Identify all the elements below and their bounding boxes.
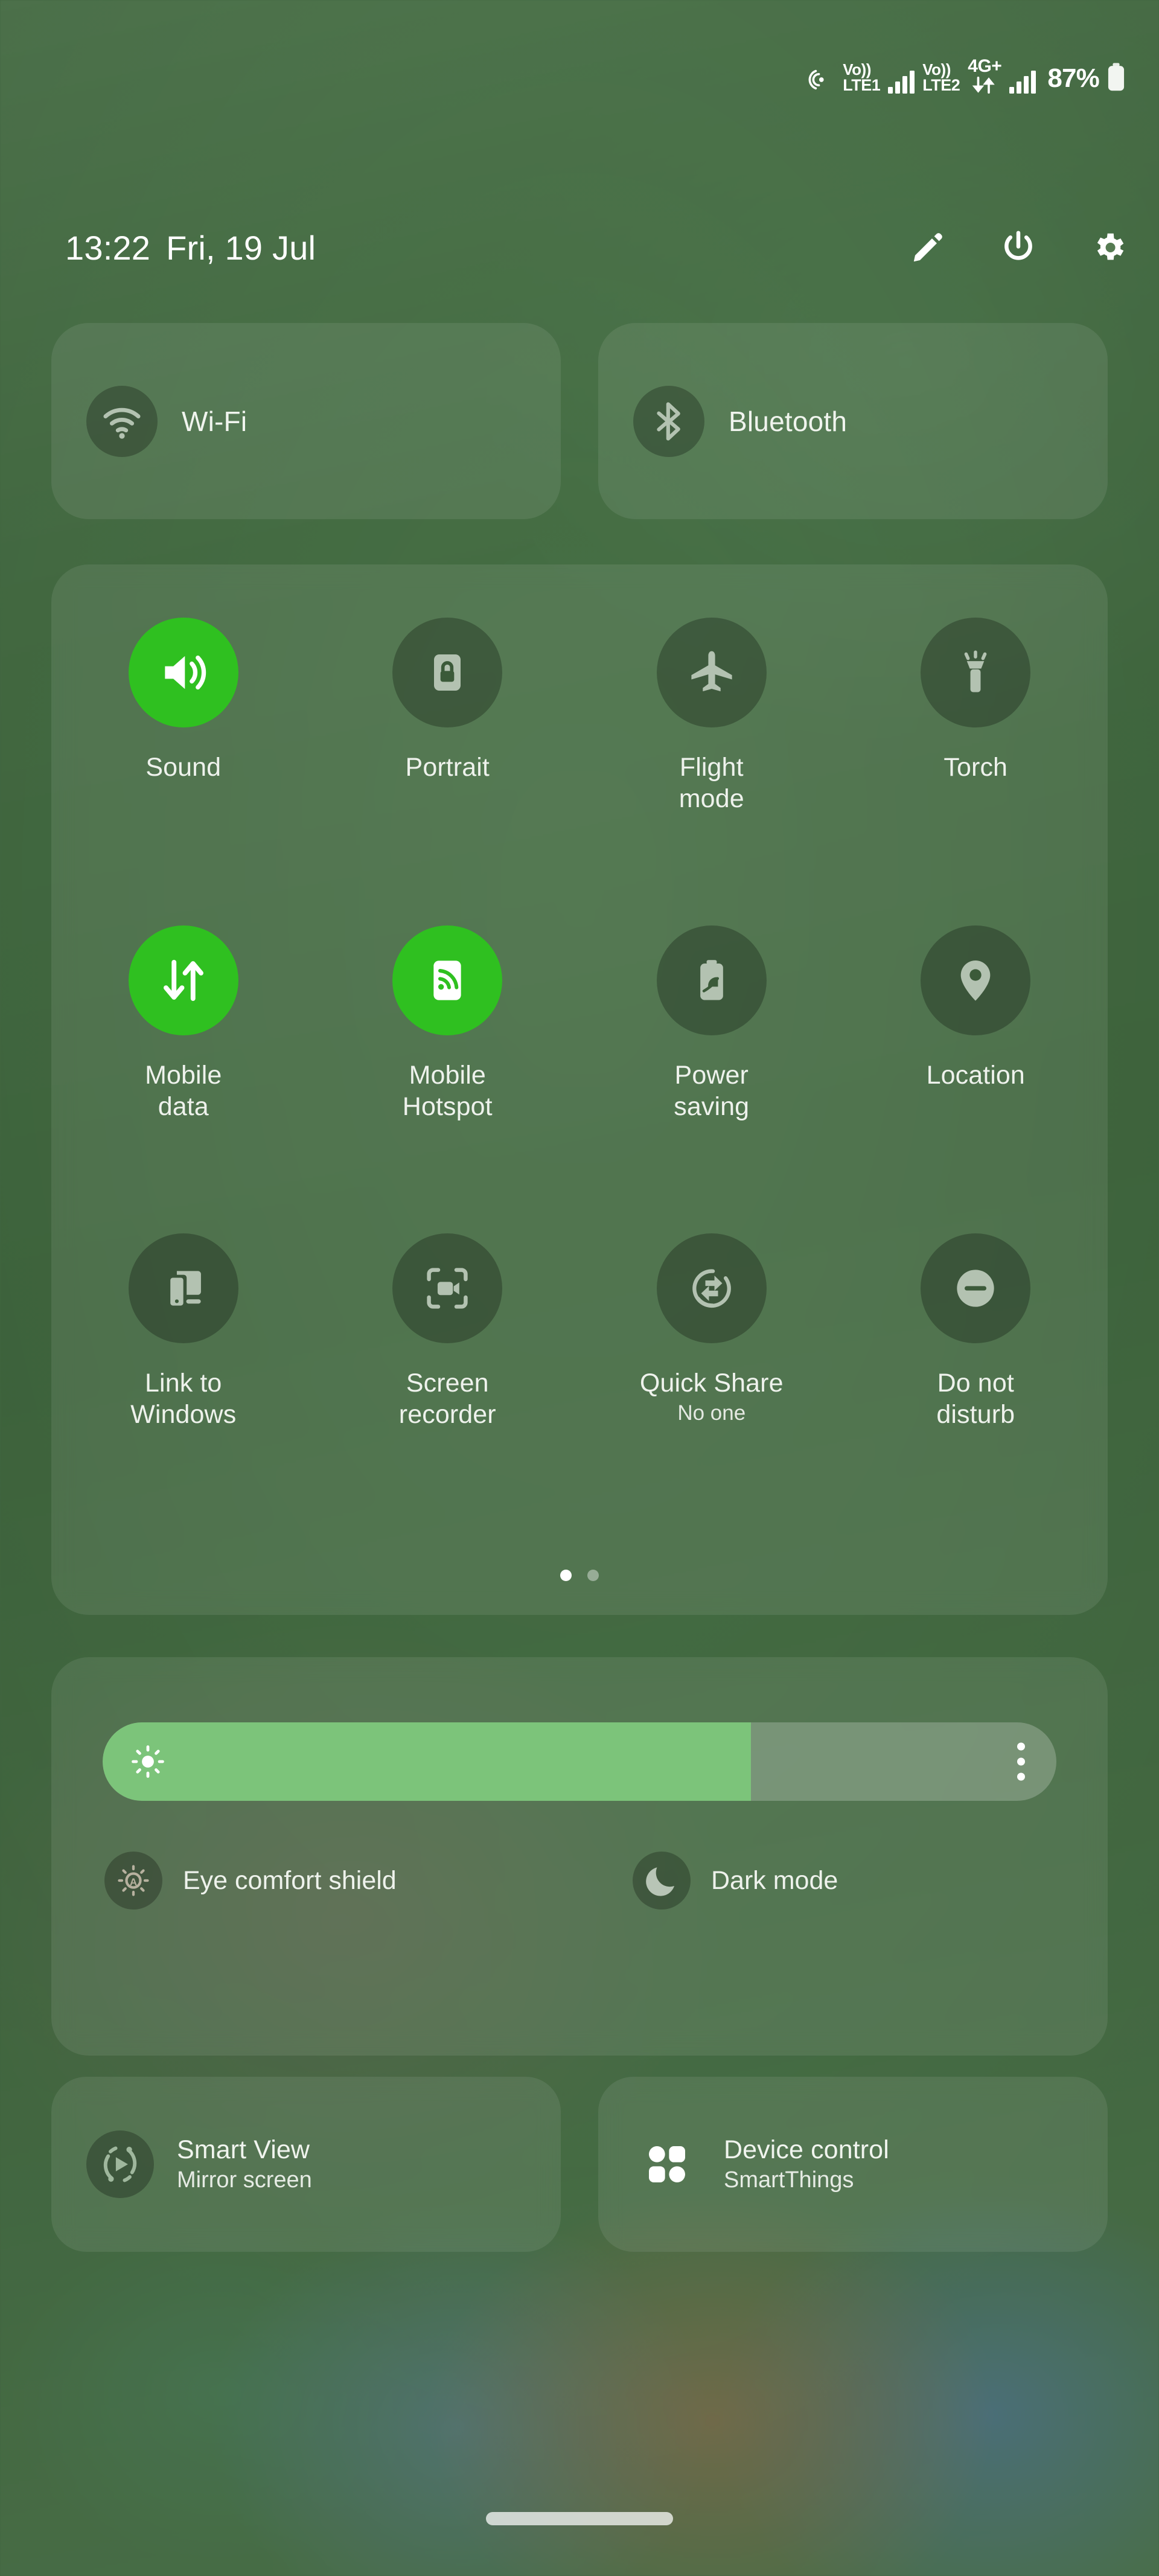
- toggle-mobile-hotspot[interactable]: Mobile Hotspot: [316, 925, 580, 1233]
- status-bar: Vo)) LTE1 Vo)) LTE2 4G+ 87%: [0, 0, 1159, 151]
- mode-dark-mode-label: Dark mode: [711, 1865, 838, 1895]
- tile-wifi[interactable]: Wi-Fi: [51, 323, 561, 519]
- sim2-network-indicator: 4G+: [968, 56, 1002, 94]
- display-modes-row: A Eye comfort shield Dark mode: [51, 1852, 1108, 1910]
- battery-leaf-icon: [656, 925, 767, 1035]
- toggle-flight-mode-label: Flight mode: [678, 753, 744, 814]
- toggle-torch[interactable]: Torch: [844, 618, 1108, 925]
- quick-toggles-panel: Sound Portrait Flight mode Torch Mobile …: [51, 564, 1108, 1615]
- toggle-link-to-windows[interactable]: Link to Windows: [51, 1233, 316, 1541]
- device-grid-icon: [633, 2130, 701, 2198]
- settings-gear-icon[interactable]: [1090, 229, 1128, 266]
- hotspot-icon: [807, 66, 835, 94]
- clock-date: Fri, 19 Jul: [166, 228, 316, 267]
- clock-time: 13:22: [65, 228, 151, 267]
- toggle-sound-label: Sound: [145, 753, 222, 782]
- airplane-icon: [656, 618, 767, 727]
- quick-share-icon: [656, 1233, 767, 1343]
- page-dot-1[interactable]: [560, 1570, 572, 1581]
- volume-on-icon: [128, 618, 238, 727]
- toggle-portrait[interactable]: Portrait: [316, 618, 580, 925]
- card-device-control[interactable]: Device control SmartThings: [598, 2077, 1108, 2252]
- brightness-panel: A Eye comfort shield Dark mode: [51, 1657, 1108, 2056]
- bluetooth-icon: [633, 385, 704, 457]
- sim1-volte-indicator: Vo)) LTE1: [843, 60, 881, 94]
- sim2-volte-bottom: LTE2: [922, 76, 960, 94]
- sim1-volte-bottom: LTE1: [843, 76, 881, 94]
- power-icon[interactable]: [1000, 229, 1037, 266]
- sim2-network-label: 4G+: [968, 56, 1002, 76]
- tile-bluetooth[interactable]: Bluetooth: [598, 323, 1108, 519]
- toggle-sound[interactable]: Sound: [51, 618, 316, 925]
- page-indicator[interactable]: [51, 1570, 1108, 1581]
- sim1-volte-top: Vo)): [843, 60, 871, 78]
- toggle-screen-recorder-label: Screen recorder: [398, 1369, 496, 1430]
- navigation-bar: [0, 2512, 1159, 2525]
- flashlight-icon: [921, 618, 1031, 727]
- clock-and-date[interactable]: 13:22 Fri, 19 Jul: [65, 228, 316, 267]
- panel-header: 13:22 Fri, 19 Jul: [0, 208, 1159, 287]
- wifi-icon: [86, 385, 158, 457]
- toggle-quick-share-label: Quick Share: [639, 1369, 784, 1398]
- toggle-quick-share-sublabel: No one: [677, 1401, 746, 1425]
- sim2-volte-indicator: Vo)) LTE2: [922, 62, 960, 94]
- screen-recorder-icon: [392, 1233, 503, 1343]
- toggle-mobile-data-label: Mobile data: [145, 1061, 222, 1122]
- bottom-cards-row: Smart View Mirror screen Device control …: [51, 2077, 1108, 2252]
- tile-wifi-label: Wi-Fi: [182, 405, 247, 437]
- brightness-slider-fill: [103, 1722, 752, 1801]
- sim2-signal-bars-icon: [1009, 71, 1036, 94]
- quick-toggles-grid: Sound Portrait Flight mode Torch Mobile …: [51, 618, 1108, 1541]
- mobile-data-icon: [128, 925, 238, 1035]
- card-device-control-title: Device control: [724, 2135, 889, 2164]
- tile-bluetooth-label: Bluetooth: [729, 405, 848, 437]
- card-smart-view-subtitle: Mirror screen: [177, 2167, 312, 2193]
- toggle-power-saving-label: Power saving: [674, 1061, 750, 1122]
- mode-dark-mode[interactable]: Dark mode: [580, 1852, 1108, 1910]
- mode-eye-comfort-label: Eye comfort shield: [183, 1865, 397, 1895]
- edit-icon[interactable]: [909, 229, 947, 266]
- do-not-disturb-icon: [921, 1233, 1031, 1343]
- link-to-windows-icon: [128, 1233, 238, 1343]
- svg-text:A: A: [130, 1876, 137, 1888]
- toggle-power-saving[interactable]: Power saving: [580, 925, 844, 1233]
- card-smart-view[interactable]: Smart View Mirror screen: [51, 2077, 561, 2252]
- toggle-screen-recorder[interactable]: Screen recorder: [316, 1233, 580, 1541]
- toggle-do-not-disturb[interactable]: Do not disturb: [844, 1233, 1108, 1541]
- connectivity-tiles-row: Wi-Fi Bluetooth: [51, 323, 1108, 519]
- sim2-volte-top: Vo)): [922, 60, 951, 78]
- header-action-icons: [909, 229, 1128, 266]
- moon-icon: [633, 1852, 691, 1910]
- page-dot-2[interactable]: [587, 1570, 599, 1581]
- location-pin-icon: [921, 925, 1031, 1035]
- toggle-location-label: Location: [926, 1061, 1025, 1090]
- toggle-torch-label: Torch: [943, 753, 1008, 782]
- rotation-lock-icon: [392, 618, 503, 727]
- home-gesture-handle[interactable]: [486, 2512, 673, 2525]
- mode-eye-comfort-shield[interactable]: A Eye comfort shield: [51, 1852, 580, 1910]
- brightness-sun-icon: [130, 1744, 165, 1779]
- toggle-do-not-disturb-label: Do not disturb: [936, 1369, 1015, 1430]
- battery-percent-label: 87%: [1047, 63, 1099, 93]
- more-options-icon[interactable]: [1017, 1742, 1025, 1781]
- toggle-link-to-windows-label: Link to Windows: [130, 1369, 237, 1430]
- toggle-mobile-data[interactable]: Mobile data: [51, 925, 316, 1233]
- toggle-location[interactable]: Location: [844, 925, 1108, 1233]
- battery-icon: [1107, 63, 1125, 92]
- smart-view-icon: [86, 2130, 154, 2198]
- toggle-mobile-hotspot-label: Mobile Hotspot: [402, 1061, 493, 1122]
- card-device-control-subtitle: SmartThings: [724, 2167, 854, 2193]
- toggle-portrait-label: Portrait: [405, 753, 490, 782]
- toggle-flight-mode[interactable]: Flight mode: [580, 618, 844, 925]
- sim1-signal-bars-icon: [888, 71, 915, 94]
- brightness-slider[interactable]: [103, 1722, 1056, 1801]
- eye-comfort-icon: A: [104, 1852, 162, 1910]
- data-transfer-icon: [972, 77, 997, 94]
- toggle-quick-share[interactable]: Quick Share No one: [580, 1233, 844, 1541]
- hotspot-device-icon: [392, 925, 503, 1035]
- card-smart-view-title: Smart View: [177, 2135, 310, 2164]
